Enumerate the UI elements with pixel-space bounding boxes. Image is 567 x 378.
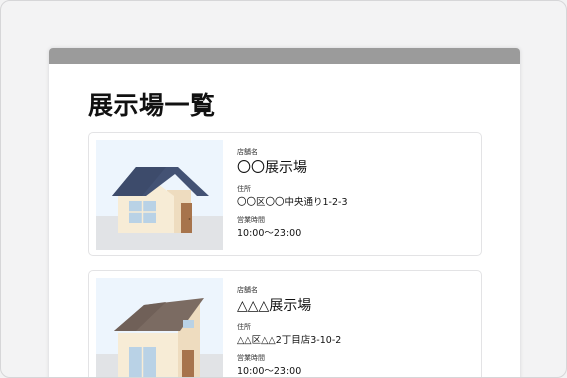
- house-icon: [112, 167, 209, 233]
- address-label: 住所: [237, 185, 251, 193]
- browser-window: 展示場一覧 店舗名 〇〇展示場 住所 〇〇区〇〇中央通り1-2-3 営業時間 1…: [49, 48, 520, 377]
- store-info: 店舗名 △△△展示場 住所 △△区△△2丁目店3-10-2 営業時間 10:00…: [237, 286, 477, 377]
- store-name: △△△展示場: [237, 298, 312, 314]
- store-name: 〇〇展示場: [237, 160, 307, 176]
- hours-label: 営業時間: [237, 354, 265, 362]
- store-hours: 10:00〜23:00: [237, 366, 302, 377]
- house-icon: [114, 298, 204, 377]
- store-name-label: 店舗名: [237, 286, 258, 294]
- window-titlebar: [49, 48, 520, 64]
- store-image: [96, 278, 223, 377]
- store-hours: 10:00〜23:00: [237, 228, 302, 239]
- store-name-label: 店舗名: [237, 148, 258, 156]
- app-frame: 展示場一覧 店舗名 〇〇展示場 住所 〇〇区〇〇中央通り1-2-3 営業時間 1…: [0, 0, 567, 378]
- store-card[interactable]: 店舗名 △△△展示場 住所 △△区△△2丁目店3-10-2 営業時間 10:00…: [88, 270, 482, 377]
- store-image: [96, 140, 223, 250]
- store-info: 店舗名 〇〇展示場 住所 〇〇区〇〇中央通り1-2-3 営業時間 10:00〜2…: [237, 148, 477, 247]
- store-address: 〇〇区〇〇中央通り1-2-3: [237, 197, 348, 208]
- page-title: 展示場一覧: [88, 91, 216, 120]
- store-address: △△区△△2丁目店3-10-2: [237, 335, 342, 346]
- hours-label: 営業時間: [237, 216, 265, 224]
- address-label: 住所: [237, 323, 251, 331]
- store-card[interactable]: 店舗名 〇〇展示場 住所 〇〇区〇〇中央通り1-2-3 営業時間 10:00〜2…: [88, 132, 482, 256]
